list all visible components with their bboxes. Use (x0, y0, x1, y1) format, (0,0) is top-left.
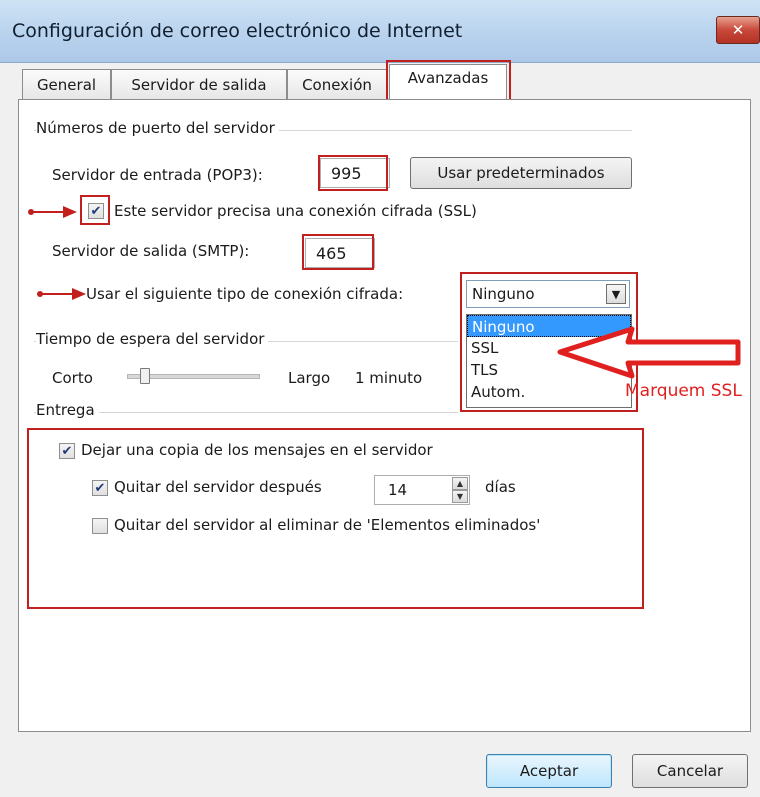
leave-copy-checkbox[interactable]: ✔ (59, 443, 75, 459)
timeout-slider-thumb[interactable] (140, 368, 150, 384)
days-spinner[interactable]: 14 ▲ ▼ (374, 475, 470, 505)
remove-after-checkbox[interactable]: ✔ (92, 480, 108, 496)
leave-copy-label: Dejar una copia de los mensajes en el se… (81, 441, 433, 459)
highlight-tab-avanzadas (386, 60, 511, 104)
timeout-short-label: Corto (52, 369, 93, 387)
highlight-outgoing-port (302, 234, 374, 270)
timeout-long-label: Largo (288, 369, 331, 387)
checkmark-icon: ✔ (95, 520, 106, 533)
days-label: días (485, 478, 516, 496)
group-label-delivery: Entrega (36, 401, 99, 419)
highlight-incoming-port (318, 155, 388, 191)
window-title: Configuración de correo electrónico de I… (12, 20, 463, 42)
spin-down-icon[interactable]: ▼ (452, 490, 468, 503)
incoming-port-label: Servidor de entrada (POP3): (52, 166, 263, 184)
remove-deleted-checkbox[interactable]: ✔ (92, 518, 108, 534)
big-arrow-annotation (557, 326, 741, 379)
ok-button[interactable]: Aceptar (486, 754, 612, 788)
highlight-ssl-checkbox (80, 195, 110, 225)
timeout-value-label: 1 minuto (355, 369, 423, 387)
group-label-ports: Números de puerto del servidor (36, 119, 279, 137)
encryption-type-label: Usar el siguiente tipo de conexión cifra… (86, 285, 404, 303)
cancel-button[interactable]: Cancelar (632, 754, 748, 788)
outgoing-port-label: Servidor de salida (SMTP): (52, 242, 250, 260)
title-bar: Configuración de correo electrónico de I… (0, 0, 760, 63)
close-icon: ✕ (731, 21, 745, 39)
tab-conexion[interactable]: Conexión (287, 69, 387, 100)
arrow-annotation-ssl-checkbox (28, 206, 77, 218)
tab-general[interactable]: General (22, 69, 111, 100)
annotation-text: Marquem SSL (625, 381, 742, 401)
spin-up-icon[interactable]: ▲ (452, 477, 468, 490)
tab-panel-avanzadas (18, 99, 751, 732)
ssl-checkbox-label: Este servidor precisa una conexión cifra… (114, 202, 477, 220)
group-label-timeout: Tiempo de espera del servidor (36, 330, 269, 348)
checkmark-icon: ✔ (94, 480, 106, 496)
close-button[interactable]: ✕ (716, 16, 760, 44)
arrow-annotation-encryption (37, 288, 86, 300)
remove-after-label: Quitar del servidor después (114, 478, 322, 496)
days-value: 14 (388, 481, 408, 499)
use-defaults-button[interactable]: Usar predeterminados (410, 157, 632, 189)
tab-servidor-de-salida[interactable]: Servidor de salida (111, 69, 287, 100)
tab-label: Conexión (302, 76, 372, 94)
tab-label: General (36, 76, 97, 94)
remove-deleted-label: Quitar del servidor al eliminar de 'Elem… (114, 516, 541, 534)
checkmark-icon: ✔ (61, 443, 73, 459)
tab-label: Servidor de salida (131, 76, 267, 94)
